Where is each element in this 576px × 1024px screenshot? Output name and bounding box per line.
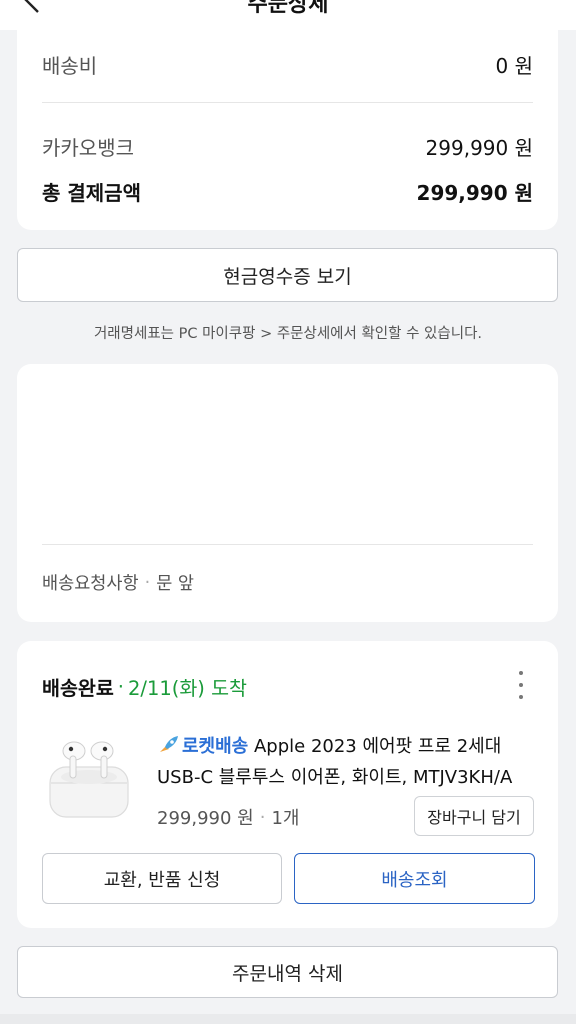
order-detail-page: 주문상세 배송비 0 원 카카오뱅크 299,990 원 총 결제금액 299,…: [0, 0, 576, 1024]
bottom-bar: [0, 1014, 576, 1024]
product-price-line: 299,990 원 · 1개: [157, 804, 299, 830]
delete-order-button[interactable]: 주문내역 삭제: [17, 946, 558, 998]
total-payment-label: 총 결제금액: [42, 181, 141, 205]
shipping-fee-label: 배송비: [42, 54, 98, 78]
delivery-request: 배송요청사항 · 문 앞: [42, 570, 194, 595]
separator-dot: ·: [117, 675, 124, 698]
divider: [42, 102, 533, 103]
payment-method-value: 299,990 원: [425, 136, 533, 160]
product-price: 299,990 원: [157, 808, 254, 829]
exchange-return-button[interactable]: 교환, 반품 신청: [42, 853, 282, 904]
delivery-request-label: 배송요청사항: [42, 574, 139, 594]
more-options-button[interactable]: [514, 671, 528, 699]
product-title[interactable]: 로켓배송 Apple 2023 에어팟 프로 2세대 USB-C 블루투스 이어…: [157, 731, 527, 793]
payment-method-row: 카카오뱅크 299,990 원: [42, 132, 533, 161]
divider: [42, 544, 533, 545]
more-vertical-icon: [519, 671, 523, 675]
page-title: 주문상세: [247, 0, 329, 17]
track-delivery-button[interactable]: 배송조회: [294, 853, 535, 904]
rocket-delivery-badge: 로켓배송: [182, 736, 249, 757]
separator-dot: ·: [259, 806, 266, 828]
shipment-card: 배송완료 · 2/11(화) 도착 로켓배송 Apple 2023 에어팟 프로…: [17, 641, 558, 928]
separator-dot: ·: [144, 572, 151, 593]
delivery-request-value: 문 앞: [156, 574, 194, 594]
delivery-status: 배송완료 · 2/11(화) 도착: [42, 672, 247, 701]
shipping-fee-value: 0 원: [495, 54, 533, 78]
product-quantity: 1개: [271, 808, 300, 829]
rocket-icon: [160, 736, 178, 752]
add-to-cart-button[interactable]: 장바구니 담기: [414, 796, 534, 836]
status-label: 배송완료: [42, 677, 114, 700]
shipping-fee-row: 배송비 0 원: [42, 50, 533, 79]
airpods-product-image[interactable]: [42, 723, 142, 823]
total-payment-row: 총 결제금액 299,990 원: [42, 177, 533, 206]
payment-summary-card: 배송비 0 원 카카오뱅크 299,990 원 총 결제금액 299,990 원: [17, 20, 558, 230]
total-payment-value: 299,990 원: [416, 181, 533, 205]
cash-receipt-button[interactable]: 현금영수증 보기: [17, 248, 558, 302]
statement-notice: 거래명세표는 PC 마이쿠팡 > 주문상세에서 확인할 수 있습니다.: [93, 326, 483, 342]
payment-method-label: 카카오뱅크: [42, 136, 134, 160]
delivery-address-card: 배송요청사항 · 문 앞: [17, 364, 558, 622]
arrival-date: 2/11(화) 도착: [127, 677, 247, 700]
